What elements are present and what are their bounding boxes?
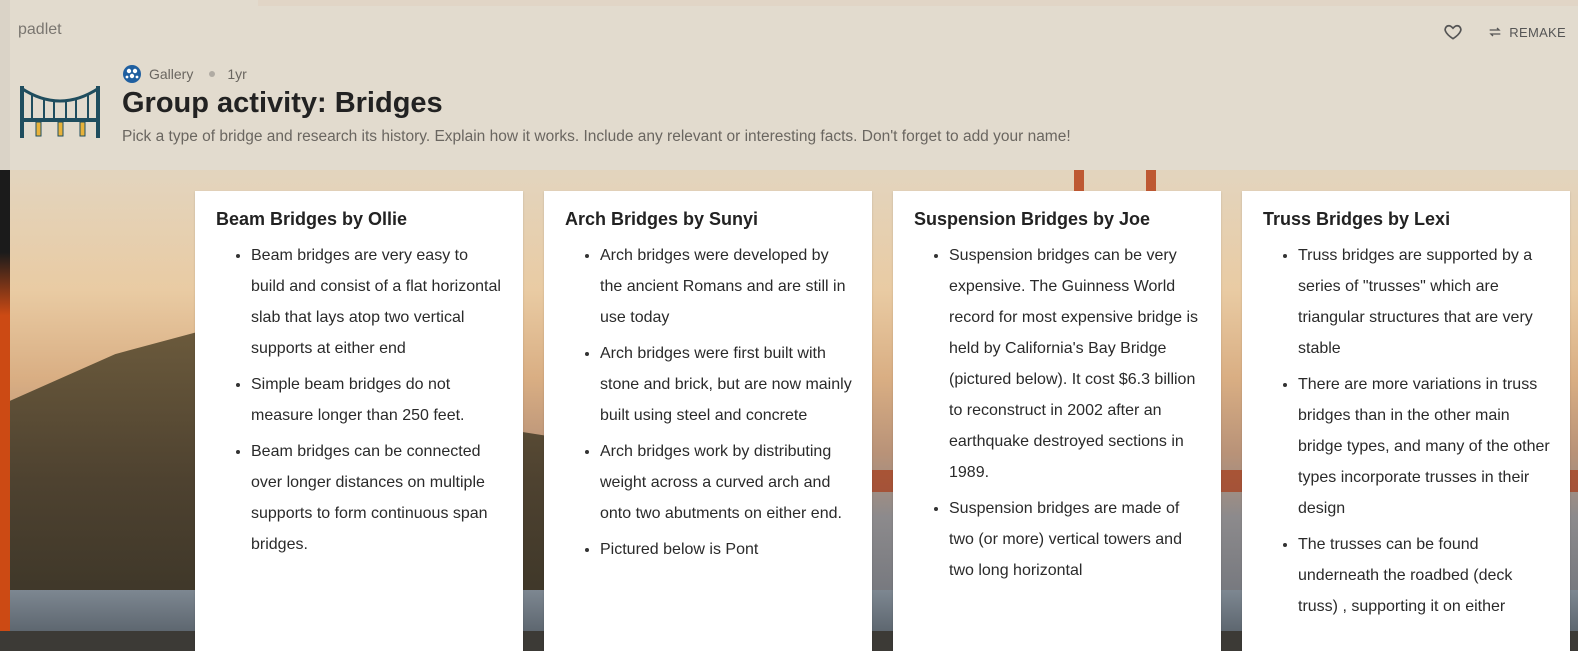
- page-title: Group activity: Bridges: [122, 87, 443, 119]
- heart-icon: [1444, 24, 1462, 40]
- post-bullet: Suspension bridges can be very expensive…: [949, 240, 1221, 488]
- post-bullet: The trusses can be found underneath the …: [1298, 529, 1570, 622]
- padlet-logo[interactable]: padlet: [18, 21, 62, 39]
- board-meta: Gallery 1yr: [122, 64, 247, 84]
- post-bullet: There are more variations in truss bridg…: [1298, 369, 1570, 524]
- post-title: Beam Bridges by Ollie: [216, 209, 408, 229]
- post-card-truss-bridges[interactable]: Truss Bridges by Lexi Truss bridges are …: [1242, 191, 1570, 651]
- post-bullet: Beam bridges are very easy to build and …: [251, 240, 523, 364]
- board-age: 1yr: [227, 66, 247, 82]
- board-header: padlet REMAKE Gallery 1yr Group activity…: [0, 0, 1578, 170]
- page-description: Pick a type of bridge and research its h…: [122, 128, 1071, 145]
- post-bullet: Arch bridges work by distributing weight…: [600, 436, 872, 529]
- post-bullet: Truss bridges are supported by a series …: [1298, 240, 1570, 364]
- like-button[interactable]: [1443, 22, 1463, 42]
- post-bullet-list: Beam bridges are very easy to build and …: [195, 240, 523, 560]
- gallery-avatar-icon[interactable]: [122, 64, 142, 84]
- bridge-icon: [20, 86, 100, 138]
- post-bullet: Arch bridges were first built with stone…: [600, 338, 872, 431]
- header-actions: REMAKE: [1443, 22, 1566, 42]
- separator-dot: [209, 71, 216, 77]
- post-card-beam-bridges[interactable]: Beam Bridges by Ollie Beam bridges are v…: [195, 191, 523, 651]
- post-card-suspension-bridges[interactable]: Suspension Bridges by Joe Suspension bri…: [893, 191, 1221, 651]
- remake-button[interactable]: REMAKE: [1487, 24, 1566, 40]
- post-title: Suspension Bridges by Joe: [914, 209, 1151, 229]
- post-bullet: Arch bridges were developed by the ancie…: [600, 240, 872, 333]
- author-name[interactable]: Gallery: [149, 66, 193, 82]
- remake-icon: [1489, 27, 1501, 37]
- post-card-arch-bridges[interactable]: Arch Bridges by Sunyi Arch bridges were …: [544, 191, 872, 651]
- post-bullet: Suspension bridges are made of two (or m…: [949, 493, 1221, 586]
- post-bullet: Pictured below is Pont: [600, 534, 872, 565]
- post-bullet: Simple beam bridges do not measure longe…: [251, 369, 523, 431]
- post-title: Arch Bridges by Sunyi: [565, 209, 759, 229]
- post-title: Truss Bridges by Lexi: [1263, 209, 1451, 229]
- post-bullet-list: Arch bridges were developed by the ancie…: [544, 240, 872, 565]
- post-bullet: Beam bridges can be connected over longe…: [251, 436, 523, 560]
- remake-label: REMAKE: [1509, 24, 1566, 40]
- post-bullet-list: Suspension bridges can be very expensive…: [893, 240, 1221, 586]
- post-bullet-list: Truss bridges are supported by a series …: [1242, 240, 1570, 622]
